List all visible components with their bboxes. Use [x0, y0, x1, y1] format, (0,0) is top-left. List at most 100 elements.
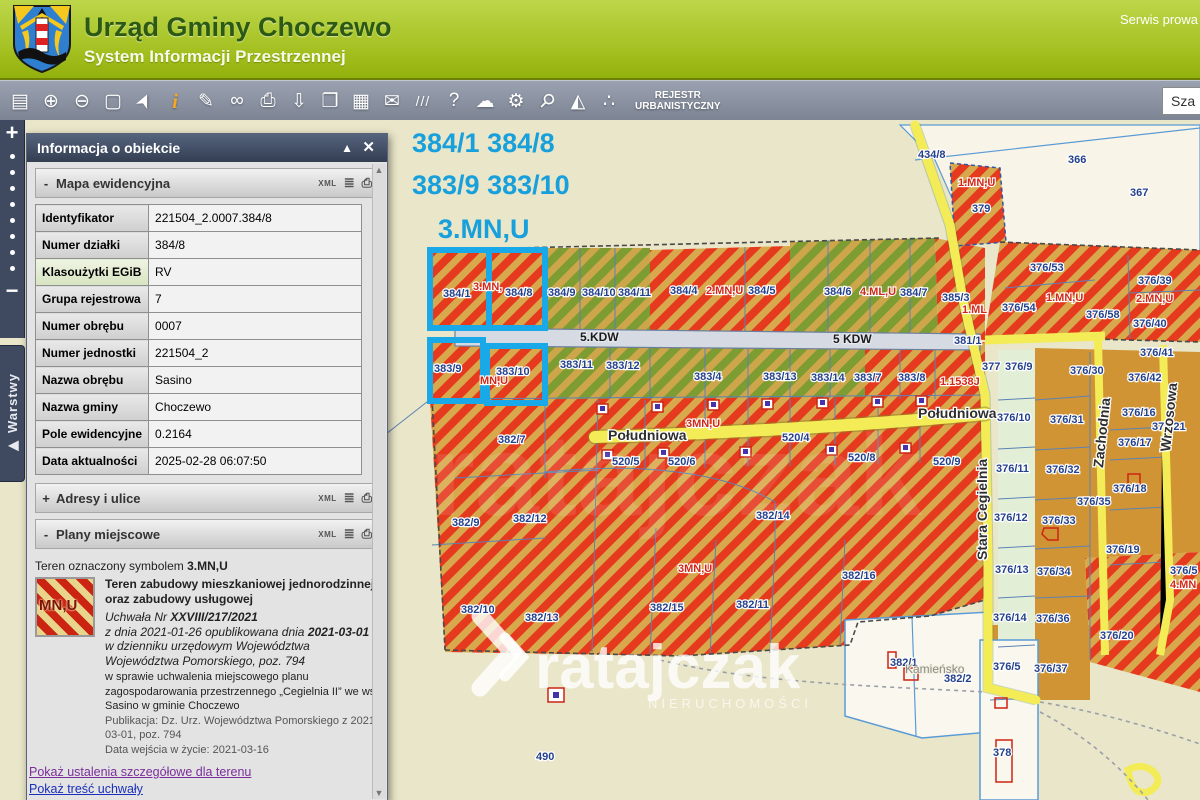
map-label: 376/5	[993, 661, 1021, 673]
map-label: 383/12	[606, 360, 640, 372]
plan-link[interactable]: Pokaż ustalenia szczegółowe dla terenu	[29, 765, 387, 779]
map-label: 385/3	[942, 292, 970, 304]
panel-collapse-icon[interactable]: ▲	[341, 134, 353, 162]
map-label: 520/9	[933, 456, 961, 468]
search-input[interactable]: Sza	[1162, 87, 1200, 115]
map-label: 376/58	[1086, 309, 1120, 321]
map-label: 376/13	[995, 564, 1029, 576]
section-mapa-ewidencyjna[interactable]: - Mapa ewidencyjna XML ≣ ⎙	[35, 168, 379, 198]
map-label: Południowa	[918, 405, 997, 421]
attr-label: Nazwa obrębu	[34, 366, 150, 394]
map-label: 379	[972, 203, 990, 215]
print-icon[interactable]: ⎙	[362, 490, 372, 506]
plan-link[interactable]: Pokaż treść uchwały	[29, 782, 387, 796]
list-icon[interactable]: ≣	[344, 526, 355, 542]
attribute-table: Identyfikator 221504_2.0007.384/8 Numer dz…	[34, 204, 363, 475]
rail-expand-button[interactable]: +	[0, 120, 24, 146]
table-row: Identyfikator 221504_2.0007.384/8	[34, 204, 363, 232]
map-label: 1.ML	[962, 304, 987, 316]
settings-icon[interactable]: ⚙	[504, 88, 528, 114]
register-urbanistyczny-button[interactable]: REJESTR URBANISTYCZNY	[635, 90, 721, 112]
attr-value: 2025-02-28 06:07:50	[148, 447, 363, 475]
map-label: 384/10	[582, 287, 616, 299]
comment-icon[interactable]: ✉	[380, 88, 404, 114]
plan-description: Teren zabudowy mieszkaniowej jednorodzin…	[105, 577, 379, 756]
map-label: 1.1538J	[940, 376, 980, 388]
attr-label: Numer jednostki	[34, 339, 150, 367]
help-icon[interactable]: ?	[442, 88, 466, 114]
print-icon[interactable]: ⎙	[256, 88, 280, 114]
panel-title: Informacja o obiekcie	[37, 140, 181, 156]
layers-icon[interactable]: ▤	[8, 88, 32, 114]
cloud-upload-icon[interactable]: ☁	[473, 88, 497, 114]
layers-panel-tab[interactable]: ▶ Warstwy	[0, 345, 25, 482]
map-label: 383/4	[694, 371, 722, 383]
list-icon[interactable]: ≣	[344, 490, 355, 506]
attr-label: Klasoużytki EGiB	[34, 258, 150, 286]
map-label: 376/33	[1042, 515, 1076, 527]
map-label: 382/11	[736, 599, 769, 611]
copy-view-icon[interactable]: ❐	[318, 88, 342, 114]
section-adresy-i-ulice[interactable]: + Adresy i ulice XML ≣ ⎙	[35, 483, 379, 513]
map-label: 376/18	[1113, 483, 1147, 495]
rail-collapse-button[interactable]: −	[0, 279, 24, 303]
scroll-down-icon[interactable]: ▼	[373, 787, 385, 799]
panel-close-icon[interactable]: ✕	[362, 134, 375, 162]
map-label: 383/8	[898, 372, 926, 384]
map-label: 382/12	[513, 513, 547, 525]
print-icon[interactable]: ⎙	[362, 175, 372, 191]
zoom-in-icon[interactable]: ⊕	[39, 88, 63, 114]
scroll-up-icon[interactable]: ▲	[373, 164, 385, 176]
table-row: Numer działki 384/8	[34, 231, 363, 259]
map-label: 384/9	[548, 287, 576, 299]
app-title: Urząd Gminy Choczewo	[84, 12, 392, 42]
download-icon[interactable]: ⇩	[287, 88, 311, 114]
attr-label: Numer obrębu	[34, 312, 150, 340]
north-arrow-icon[interactable]: ◭	[566, 88, 590, 114]
map-label: 376/53	[1030, 262, 1064, 274]
link-icon[interactable]: ∞	[225, 88, 249, 114]
map-label: 381/1	[954, 335, 982, 347]
share-icon[interactable]: ∴	[597, 88, 621, 114]
table-row: Nazwa obrębu Sasino	[34, 366, 363, 394]
map-label: 3MN,U	[686, 418, 720, 430]
panel-titlebar[interactable]: Informacja o obiekcie ▲ ✕	[27, 134, 387, 162]
map-label: 382/13	[525, 612, 559, 624]
map-label: 384/1	[443, 288, 471, 300]
section-plany-miejscowe[interactable]: - Plany miejscowe XML ≣ ⎙	[35, 519, 379, 549]
xml-icon[interactable]: XML	[318, 530, 336, 539]
xml-icon[interactable]: XML	[318, 179, 336, 188]
measure-lines-icon[interactable]: ///	[411, 88, 435, 114]
app-subtitle: System Informacji Przestrzennej	[84, 47, 346, 66]
list-icon[interactable]: ≣	[344, 175, 355, 191]
svg-text:ratajczak: ratajczak	[535, 633, 801, 702]
map-label: 376/42	[1128, 372, 1162, 384]
xml-icon[interactable]: XML	[318, 494, 336, 503]
map-label: 520/4	[782, 432, 810, 444]
layout-icon[interactable]: ▦	[349, 88, 373, 114]
map-label: 382/16	[842, 570, 876, 582]
map-toolbar: ▤ ⊕ ⊖ ▢ ➤ i ✎ ∞ ⎙ ⇩ ❐ ▦ ✉ ///? ☁ ⚙ ⚲ ◭ ∴ REJESTR URBANISTY…	[0, 80, 1200, 122]
map-label: 378	[993, 747, 1011, 759]
table-row: Grupa rejestrowa 7	[34, 285, 363, 313]
map-label: 384/11	[618, 287, 651, 299]
map-label: 3.MN,	[473, 281, 502, 293]
map-label: 4.MN	[1170, 579, 1196, 591]
select-region-icon[interactable]: ▢	[101, 88, 125, 114]
search-area-icon[interactable]: ⚲	[529, 83, 564, 118]
print-icon[interactable]: ⎙	[362, 526, 372, 542]
zoom-out-icon[interactable]: ⊖	[70, 88, 94, 114]
map-label: 376/32	[1046, 464, 1080, 476]
pointer-icon[interactable]: ➤	[127, 85, 161, 118]
map-label: 4.ML,U	[860, 286, 896, 298]
info-icon[interactable]: i	[163, 88, 187, 114]
map-label: 376/36	[1036, 613, 1070, 625]
plan-zone-intro: Teren oznaczony symbolem 3.MN,U	[35, 559, 228, 573]
measure-icon[interactable]: ✎	[194, 88, 218, 114]
map-label: 382/14	[756, 510, 791, 522]
map-label: 367	[1130, 187, 1148, 199]
attr-label: Identyfikator	[34, 204, 150, 232]
panel-scrollbar[interactable]: ▲ ▼	[372, 164, 386, 799]
map-label: 376/30	[1070, 365, 1104, 377]
map-label: 520/5	[612, 456, 640, 468]
